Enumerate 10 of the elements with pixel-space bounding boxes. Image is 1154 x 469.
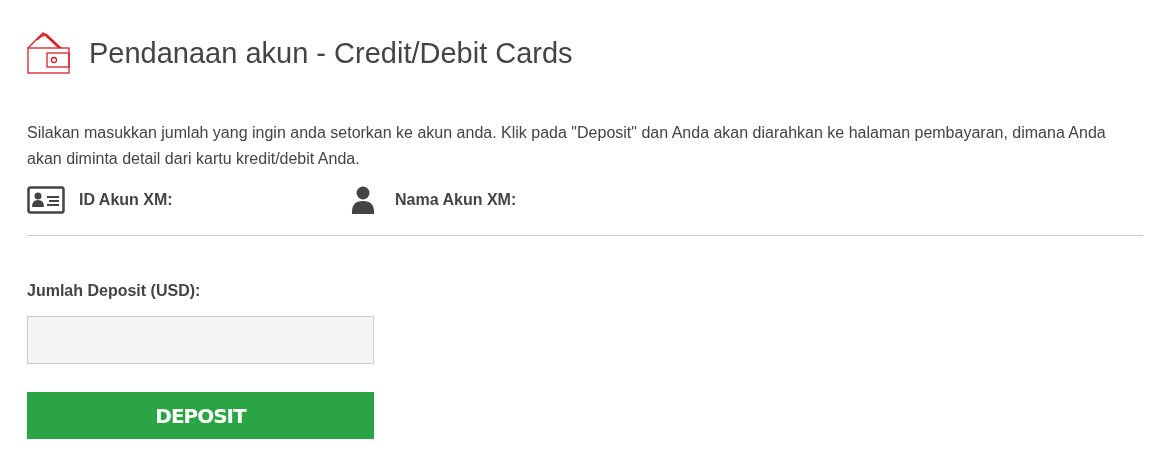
deposit-amount-label: Jumlah Deposit (USD): [27,282,202,300]
account-label: ID Akun XM: [79,191,173,209]
deposit-amount-field[interactable] [27,316,374,364]
person-icon [351,186,375,214]
deposit-button[interactable]: DEPOSIT [27,392,374,439]
wallet-icon [27,32,71,74]
page-title: Pendanaan akun - Credit/Debit Cards [89,36,573,70]
id-card-icon [27,186,65,214]
intro-text: Silakan masukkan jumlah yang ingin anda setorkan ke akun anda. Klik pada "Deposit" dan Anda akan diarahkan ke halaman pembayaran, dimana Anda akan diminta detail dari kartu kredit/debit Anda. [27,123,1107,169]
account-label: Nama Akun XM: [395,191,517,209]
